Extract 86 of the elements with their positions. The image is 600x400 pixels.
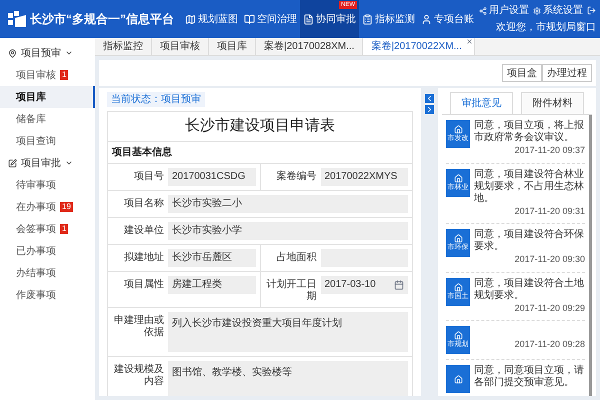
- field-label: 项目属性: [123, 278, 164, 292]
- field-label: 项目号: [133, 170, 164, 184]
- expand-icon[interactable]: [425, 105, 434, 114]
- sidebar-item[interactable]: 项目审核 1: [0, 64, 95, 86]
- logo-icon: [8, 11, 26, 27]
- page-tab[interactable]: 指标监控: [95, 38, 152, 55]
- sidebar-section[interactable]: 项目审批: [0, 152, 95, 174]
- sidebar-section[interactable]: 项目预审: [0, 42, 95, 64]
- settings-icon: [533, 6, 541, 14]
- nav-icon: [244, 14, 255, 24]
- sidebar-item[interactable]: 待审事项: [0, 174, 95, 196]
- logout-icon[interactable]: [587, 6, 596, 15]
- nav-icon: [185, 14, 196, 24]
- chevron-icon: [65, 159, 73, 167]
- opinion-time: 2017-11-20 09:29: [514, 302, 585, 314]
- sidebar-item[interactable]: 已办事项: [0, 240, 95, 262]
- count-badge: 19: [60, 202, 73, 212]
- field-label: 申建理由或依据: [113, 314, 164, 340]
- collapse-icon[interactable]: [425, 94, 434, 103]
- section-heading: 项目基本信息: [108, 142, 412, 164]
- share-icon: [479, 6, 487, 14]
- opinion-text: 同意，项目建设符合林业规划要求，不占用生态林地。: [474, 168, 585, 204]
- opinion-text: 同意，同意项目立项，请各部门提交预审意见。: [474, 365, 585, 389]
- field-label: 项目名称: [123, 196, 164, 210]
- chevron-icon: [65, 49, 73, 57]
- home-icon: [454, 374, 462, 384]
- sidebar-item[interactable]: 在办事项 19: [0, 196, 95, 218]
- home-icon: [454, 234, 462, 243]
- text-area[interactable]: 列入长沙市建设投资重大项目年度计划: [168, 312, 408, 352]
- home-icon: [454, 125, 462, 134]
- home-icon: [454, 331, 462, 340]
- calendar-icon[interactable]: [394, 280, 404, 290]
- close-icon[interactable]: [466, 38, 473, 45]
- panel-tab[interactable]: 审批意见: [450, 92, 513, 114]
- form-title: 长沙市建设项目申请表: [108, 112, 412, 142]
- input-field[interactable]: 房建工程类: [168, 276, 256, 294]
- opinion-time: 2017-11-20 09:37: [514, 144, 585, 157]
- field-label: 占地面积: [276, 250, 316, 264]
- field-label: 案卷编号: [276, 170, 316, 184]
- nav-tab[interactable]: 规划蓝图: [182, 0, 241, 38]
- nav-tab[interactable]: 空间治理: [241, 0, 300, 38]
- field-label: 拟建地址: [123, 250, 164, 264]
- nav-icon: [421, 14, 432, 24]
- input-field[interactable]: 20170022XMYS: [320, 168, 408, 186]
- nav-icon: [303, 14, 314, 24]
- date-field[interactable]: 2017-03-10: [320, 276, 408, 294]
- field-label: 计划开工日期: [266, 278, 316, 302]
- settings-link[interactable]: 用户设置: [479, 3, 529, 18]
- count-badge: 1: [60, 70, 68, 80]
- page-tab[interactable]: 项目库: [209, 38, 256, 55]
- opinion-time: 2017-11-20 09:30: [514, 253, 585, 266]
- input-field[interactable]: 长沙市实验二小: [168, 194, 408, 212]
- opinion-text: 同意，项目立项，将上报市政府常务会议审议。: [474, 120, 585, 144]
- opinion-text: 同意，项目建设符合环保要求。: [474, 229, 585, 253]
- toolbar-button[interactable]: 办理过程: [542, 64, 592, 82]
- sidebar-item[interactable]: 会签事项 1: [0, 218, 95, 240]
- sidebar-item[interactable]: 项目查询: [0, 130, 95, 152]
- home-icon: [454, 174, 462, 182]
- field-label: 建设单位: [123, 224, 164, 238]
- count-badge: 1: [60, 224, 68, 234]
- input-field[interactable]: 长沙市实验小学: [168, 222, 408, 240]
- section-icon: [8, 48, 17, 58]
- settings-link[interactable]: 系统设置: [533, 3, 583, 18]
- panel-tab[interactable]: 附件材料: [521, 92, 584, 114]
- input-field[interactable]: 20170031CSDG: [168, 168, 256, 186]
- opinion-text: 同意，项目建设符合土地规划要求。: [474, 278, 585, 302]
- app-title: 长沙市“多规合一”信息平台: [30, 11, 174, 28]
- sidebar-item[interactable]: 办结事项: [0, 262, 95, 284]
- welcome-text: 欢迎您，市规划局窗口: [496, 20, 596, 35]
- page-tab[interactable]: 案卷|20170022XM...: [363, 38, 475, 55]
- sidebar-item[interactable]: 项目库: [0, 86, 95, 108]
- nav-icon: [362, 14, 373, 24]
- opinion-time: 2017-11-20 09:28: [514, 338, 585, 351]
- opinion-time: 2017-11-20 09:31: [514, 204, 585, 218]
- nav-tab[interactable]: 指标监测: [359, 0, 418, 38]
- field-label: 建设规模及内容: [113, 362, 164, 388]
- status-breadcrumb: 当前状态：项目预审: [107, 92, 205, 107]
- nav-tab[interactable]: 专项台账: [418, 0, 477, 38]
- section-icon: [8, 158, 17, 168]
- home-icon: [454, 282, 462, 292]
- text-area[interactable]: 图书馆、教学楼、实验楼等: [168, 360, 408, 396]
- sidebar-item[interactable]: 作废事项: [0, 284, 95, 306]
- toolbar-button[interactable]: 项目盒: [502, 64, 542, 82]
- sidebar-item[interactable]: 储备库: [0, 108, 95, 130]
- input-field[interactable]: 长沙市岳麓区: [168, 248, 256, 266]
- page-tab[interactable]: 项目审核: [152, 38, 209, 55]
